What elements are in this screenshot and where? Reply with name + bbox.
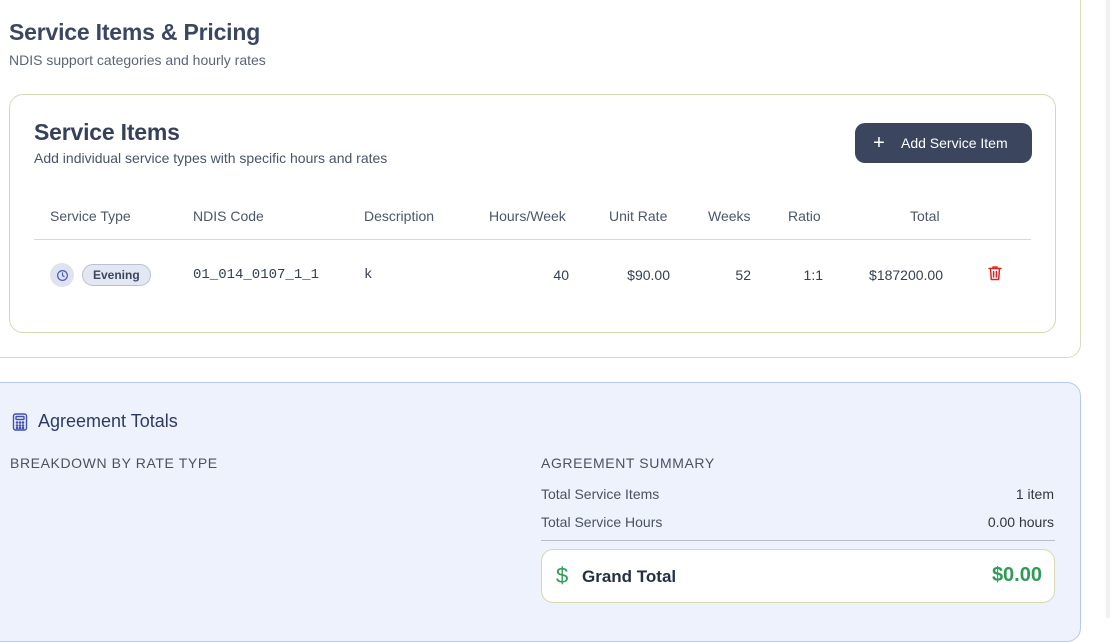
section-title: Service Items & Pricing: [9, 19, 261, 45]
trash-icon[interactable]: [988, 265, 1004, 283]
column-header-ndis-code: NDIS Code: [193, 208, 264, 224]
grand-total-value: $0.00: [991, 564, 1042, 586]
total-cell: $187200.00: [869, 267, 943, 283]
total-service-hours-value: 0.00 hours: [987, 514, 1054, 530]
plus-icon: +: [873, 132, 885, 154]
column-header-ratio: Ratio: [788, 208, 821, 224]
scrollbar[interactable]: [1106, 0, 1110, 618]
column-header-unit-rate: Unit Rate: [609, 208, 668, 224]
hours-week-cell: 40: [553, 267, 569, 283]
weeks-cell: 52: [735, 267, 751, 283]
description-cell: k: [364, 267, 373, 283]
dollar-icon: $: [556, 563, 569, 588]
table-header-divider: [34, 239, 1031, 240]
column-header-weeks: Weeks: [708, 208, 751, 224]
calculator-icon: [12, 413, 28, 436]
ndis-code-cell: 01_014_0107_1_1: [193, 267, 320, 283]
agreement-totals-title: Agreement Totals: [38, 411, 178, 431]
grand-total-label: Grand Total: [582, 567, 677, 586]
grand-total-box: $ Grand Total $0.00: [541, 549, 1055, 603]
service-items-card: Service Items Add individual service typ…: [9, 94, 1056, 333]
add-service-item-label: Add Service Item: [901, 135, 1008, 151]
service-type-badge: Evening: [82, 264, 151, 286]
unit-rate-cell: $90.00: [627, 267, 670, 283]
column-header-service-type: Service Type: [50, 208, 131, 224]
service-items-subtitle: Add individual service types with specif…: [34, 150, 388, 166]
summary-heading: AGREEMENT SUMMARY: [541, 455, 715, 471]
total-service-items-label: Total Service Items: [541, 486, 660, 502]
add-service-item-button[interactable]: + Add Service Item: [855, 123, 1032, 163]
column-header-description: Description: [364, 208, 435, 224]
service-items-title: Service Items: [34, 119, 180, 145]
total-service-hours-label: Total Service Hours: [541, 514, 663, 530]
section-subtitle: NDIS support categories and hourly rates: [9, 52, 266, 68]
breakdown-heading: BREAKDOWN BY RATE TYPE: [10, 455, 218, 471]
column-header-hours-week: Hours/Week: [489, 208, 566, 224]
summary-divider: [541, 540, 1055, 541]
ratio-cell: 1:1: [803, 267, 823, 283]
clock-icon: [50, 263, 74, 287]
total-service-items-value: 1 item: [1015, 486, 1054, 502]
column-header-total: Total: [910, 208, 940, 224]
